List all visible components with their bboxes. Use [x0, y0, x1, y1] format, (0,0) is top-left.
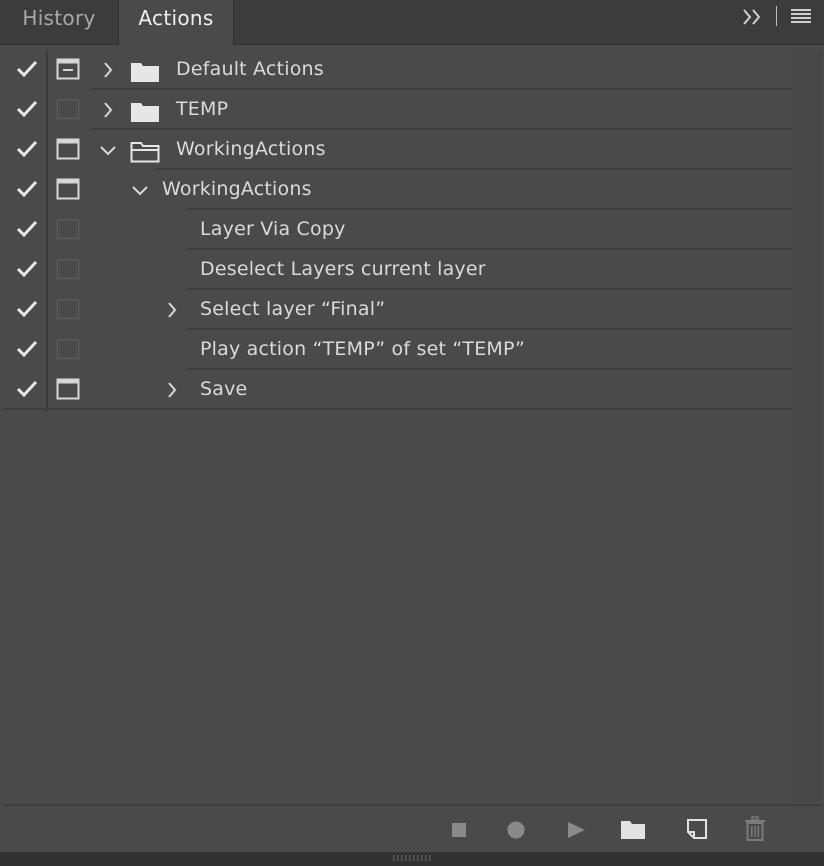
- row-label: Default Actions: [176, 58, 324, 80]
- row-label: WorkingActions: [162, 178, 312, 200]
- actions-list: Default Actions TEMP WorkingActions Work…: [4, 50, 792, 412]
- checkmark-icon[interactable]: [16, 339, 38, 359]
- row-label: TEMP: [176, 98, 229, 120]
- folder-icon: [131, 103, 159, 122]
- checkmark-icon[interactable]: [16, 179, 38, 199]
- action-step-row[interactable]: Save: [4, 370, 792, 410]
- checkmark-icon[interactable]: [16, 139, 38, 159]
- new-item-icon[interactable]: [686, 818, 708, 840]
- list-empty-area: [4, 412, 792, 804]
- dialog-toggle-empty-icon[interactable]: [56, 218, 80, 240]
- checkmark-icon[interactable]: [16, 379, 38, 399]
- chevron-right-icon[interactable]: [100, 100, 116, 120]
- chevron-right-icon[interactable]: [164, 300, 180, 320]
- tab-history[interactable]: History: [8, 0, 110, 44]
- row-label: WorkingActions: [176, 138, 326, 160]
- action-set-row[interactable]: WorkingActions: [4, 130, 792, 170]
- actions-toolbar: [4, 804, 822, 854]
- row-label: Play action “TEMP” of set “TEMP”: [200, 338, 526, 360]
- action-step-row[interactable]: Play action “TEMP” of set “TEMP”: [4, 330, 792, 370]
- dialog-toggle-empty-icon[interactable]: [56, 98, 80, 120]
- chevron-right-icon[interactable]: [100, 60, 116, 80]
- action-set-row[interactable]: Default Actions: [4, 50, 792, 90]
- tab-bar: History Actions: [0, 0, 824, 45]
- tab-actions[interactable]: Actions: [118, 0, 234, 45]
- dialog-toggle-empty-icon[interactable]: [56, 298, 80, 320]
- checkmark-icon[interactable]: [16, 219, 38, 239]
- checkmark-icon[interactable]: [16, 259, 38, 279]
- dialog-toggle-empty-icon[interactable]: [56, 338, 80, 360]
- checkmark-icon[interactable]: [16, 299, 38, 319]
- action-step-row[interactable]: Layer Via Copy: [4, 210, 792, 250]
- row-label: Deselect Layers current layer: [200, 258, 486, 280]
- dialog-toggle-icon[interactable]: [56, 178, 80, 200]
- hamburger-menu-icon[interactable]: [790, 8, 812, 24]
- action-row[interactable]: WorkingActions: [4, 170, 792, 210]
- dialog-toggle-partial-icon[interactable]: [56, 58, 80, 80]
- trash-icon[interactable]: [744, 816, 766, 842]
- action-step-row[interactable]: Deselect Layers current layer: [4, 250, 792, 290]
- row-label: Select layer “Final”: [200, 298, 386, 320]
- folder-icon: [131, 63, 159, 82]
- folder-icon[interactable]: [620, 818, 646, 840]
- double-chevron-right-icon[interactable]: [740, 6, 764, 28]
- action-set-row[interactable]: TEMP: [4, 90, 792, 130]
- tab-divider: [776, 6, 777, 26]
- dialog-toggle-icon[interactable]: [56, 138, 80, 160]
- row-divider: [4, 408, 792, 410]
- checkmark-icon[interactable]: [16, 59, 38, 79]
- open-folder-icon: [130, 142, 160, 163]
- chevron-down-icon[interactable]: [132, 180, 148, 200]
- chevron-down-icon[interactable]: [100, 140, 116, 160]
- record-icon[interactable]: [506, 820, 526, 840]
- row-label: Layer Via Copy: [200, 218, 346, 240]
- checkmark-icon[interactable]: [16, 99, 38, 119]
- row-label: Save: [200, 378, 248, 400]
- play-icon[interactable]: [566, 820, 586, 840]
- scrollbar-track[interactable]: [792, 50, 822, 802]
- stop-icon[interactable]: [451, 822, 467, 838]
- dialog-toggle-empty-icon[interactable]: [56, 258, 80, 280]
- action-step-row[interactable]: Select layer “Final”: [4, 290, 792, 330]
- dialog-toggle-icon[interactable]: [56, 378, 80, 400]
- resize-grip-icon[interactable]: [393, 855, 433, 861]
- chevron-right-icon[interactable]: [164, 380, 180, 400]
